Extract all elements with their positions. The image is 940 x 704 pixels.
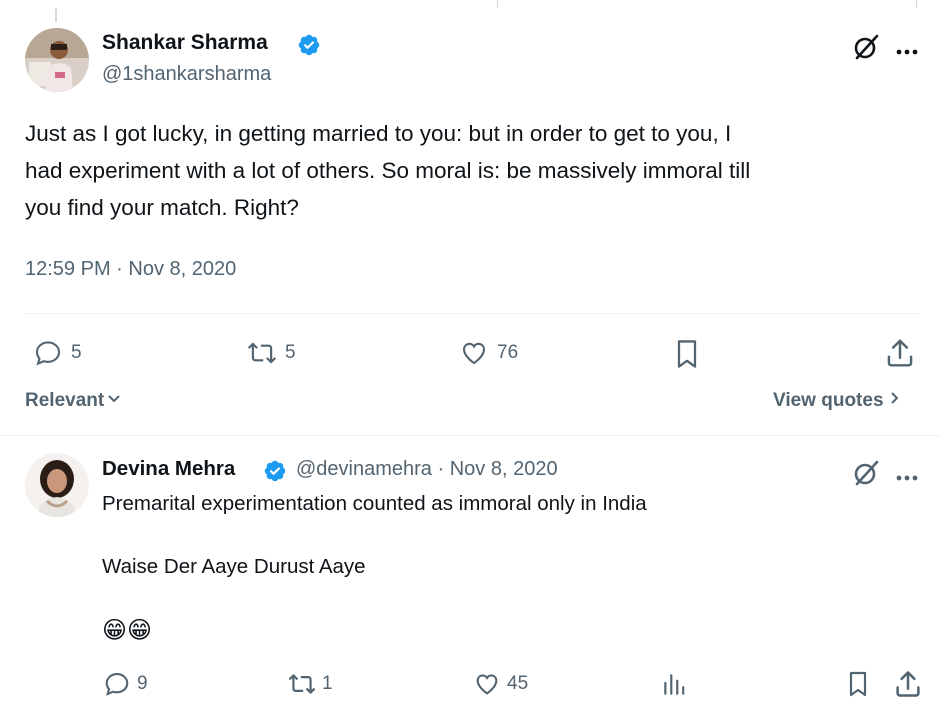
grok-icon[interactable] bbox=[852, 459, 880, 492]
repost-button[interactable]: 5 bbox=[245, 338, 296, 368]
more-options-icon[interactable] bbox=[896, 42, 918, 60]
heart-icon bbox=[476, 674, 498, 695]
heart-icon bbox=[462, 342, 486, 365]
verified-badge-icon bbox=[263, 459, 287, 488]
divider-tick bbox=[916, 0, 917, 8]
reply-text-line: Premarital experimentation counted as im… bbox=[102, 492, 647, 515]
reply-button[interactable]: 9 bbox=[103, 670, 148, 698]
view-quotes-link[interactable]: View quotes bbox=[773, 390, 902, 412]
reply-text-line: Waise Der Aaye Durust Aaye bbox=[102, 555, 366, 578]
like-count: 76 bbox=[497, 342, 519, 363]
view-quotes-label: View quotes bbox=[773, 390, 884, 412]
like-button[interactable]: 76 bbox=[459, 338, 518, 368]
share-icon[interactable] bbox=[885, 337, 915, 374]
share-icon[interactable] bbox=[894, 669, 922, 704]
tweet-text-line: had experiment with a lot of others. So … bbox=[25, 158, 751, 183]
chevron-down-icon bbox=[106, 390, 122, 412]
divider-tick bbox=[497, 0, 498, 8]
sort-dropdown[interactable]: Relevant bbox=[25, 390, 122, 412]
avatar[interactable] bbox=[25, 28, 89, 92]
chevron-right-icon bbox=[888, 390, 902, 412]
reply-count: 5 bbox=[71, 342, 82, 363]
avatar[interactable] bbox=[25, 453, 89, 517]
tweet-timestamp[interactable]: 12:59 PM · Nov 8, 2020 bbox=[25, 258, 236, 281]
thread-connector bbox=[55, 8, 57, 22]
reply-date[interactable]: · Nov 8, 2020 bbox=[438, 458, 558, 480]
sort-label: Relevant bbox=[25, 390, 105, 412]
divider bbox=[0, 435, 940, 436]
tweet-text: Just as I got lucky, in getting married … bbox=[25, 115, 930, 226]
tweet-text-line: Just as I got lucky, in getting married … bbox=[25, 121, 732, 146]
author-handle: @devinamehra · Nov 8, 2020 bbox=[296, 458, 558, 481]
author-name[interactable]: Devina Mehra bbox=[102, 457, 235, 481]
reply-count: 9 bbox=[137, 673, 148, 694]
more-options-icon[interactable] bbox=[896, 468, 918, 486]
divider bbox=[25, 313, 920, 314]
bookmark-icon[interactable] bbox=[846, 670, 870, 703]
repost-count: 1 bbox=[322, 673, 333, 694]
bookmark-icon[interactable] bbox=[673, 338, 701, 375]
views-icon[interactable] bbox=[661, 671, 687, 702]
reply-icon bbox=[105, 673, 129, 696]
grok-icon[interactable] bbox=[852, 33, 880, 66]
author-name[interactable]: Shankar Sharma bbox=[102, 31, 268, 55]
repost-count: 5 bbox=[285, 342, 296, 363]
reply-icon bbox=[35, 341, 61, 366]
emoji-line: 😁😁 bbox=[102, 617, 153, 644]
repost-button[interactable]: 1 bbox=[286, 670, 333, 698]
reply-button[interactable]: 5 bbox=[33, 338, 82, 368]
tweet-text-line: you find your match. Right? bbox=[25, 195, 299, 220]
repost-icon bbox=[247, 342, 277, 364]
author-handle[interactable]: @1shankarsharma bbox=[102, 63, 271, 86]
like-count: 45 bbox=[507, 673, 529, 694]
verified-badge-icon bbox=[297, 33, 321, 62]
like-button[interactable]: 45 bbox=[473, 670, 528, 698]
repost-icon bbox=[288, 674, 316, 694]
reply-handle[interactable]: @devinamehra bbox=[296, 458, 432, 480]
